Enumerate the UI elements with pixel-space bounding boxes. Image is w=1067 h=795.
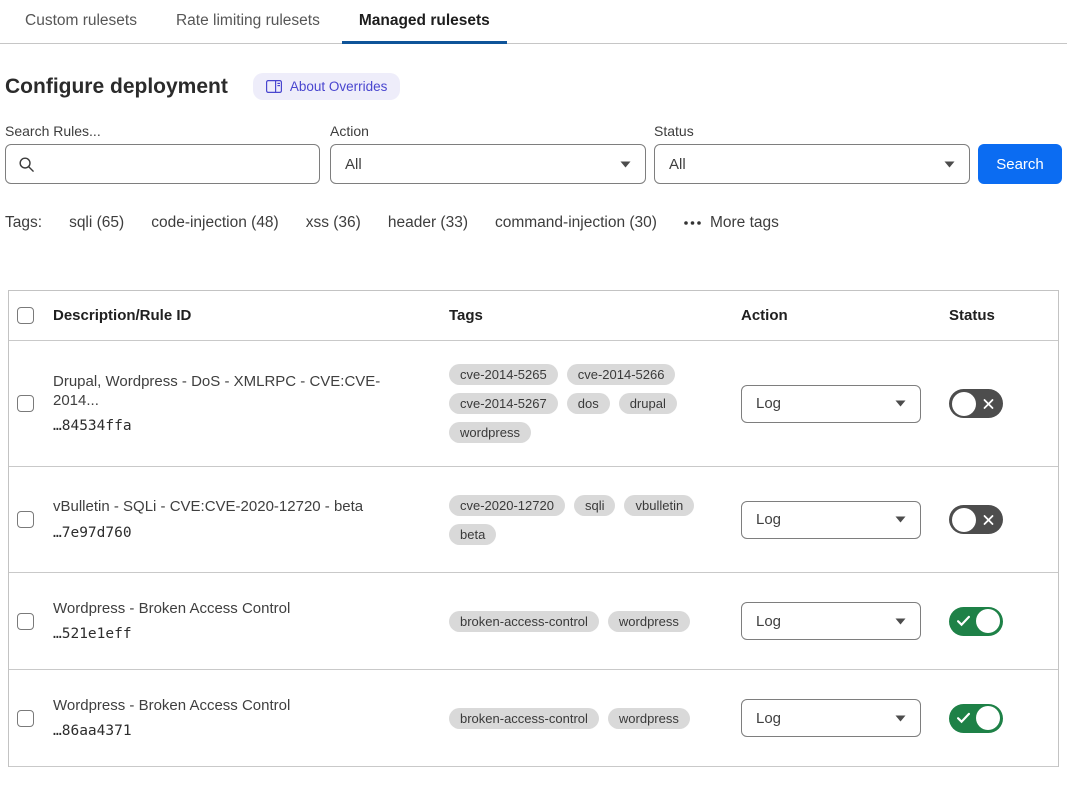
search-filter: Search Rules... <box>5 123 330 184</box>
rule-action-value: Log <box>756 710 781 727</box>
search-icon <box>18 156 35 173</box>
filters-row: Search Rules... Action All Status All <box>5 123 1067 184</box>
action-select[interactable]: All <box>330 144 646 184</box>
table-row: Wordpress - Broken Access Control …86aa4… <box>9 670 1058 767</box>
tag-filter-command-injection[interactable]: command-injection (30) <box>495 214 657 232</box>
status-label: Status <box>654 123 978 139</box>
x-icon <box>983 514 994 525</box>
rule-tag: cve-2014-5266 <box>567 364 676 385</box>
search-button[interactable]: Search <box>978 144 1062 184</box>
rule-status-toggle[interactable] <box>949 389 1003 418</box>
search-input[interactable] <box>44 155 307 174</box>
tag-filter-header[interactable]: header (33) <box>388 214 468 232</box>
rule-tag: wordpress <box>608 708 690 729</box>
more-tags-button[interactable]: More tags <box>684 214 779 232</box>
rule-id: …7e97d760 <box>53 525 425 541</box>
tags-bar-label: Tags: <box>5 214 42 232</box>
tab-rate-limiting-rulesets[interactable]: Rate limiting rulesets <box>159 0 337 43</box>
row-checkbox[interactable] <box>17 395 34 412</box>
action-select-value: All <box>345 156 362 173</box>
chevron-down-icon <box>895 516 906 523</box>
check-icon <box>957 713 970 724</box>
toggle-knob <box>976 609 1000 633</box>
heading-row: Configure deployment About Overrides <box>5 73 1067 100</box>
rule-description: Wordpress - Broken Access Control <box>53 697 425 716</box>
rule-tag: beta <box>449 524 496 545</box>
action-label: Action <box>330 123 654 139</box>
toggle-knob <box>952 392 976 416</box>
rule-tag: wordpress <box>449 422 531 443</box>
about-overrides-label: About Overrides <box>290 79 388 94</box>
rule-id: …86aa4371 <box>53 723 425 739</box>
toggle-knob <box>976 706 1000 730</box>
rule-action-select[interactable]: Log <box>741 385 921 423</box>
rule-tag: drupal <box>619 393 677 414</box>
row-checkbox[interactable] <box>17 613 34 630</box>
rule-tag: cve-2014-5267 <box>449 393 558 414</box>
table-header-row: Description/Rule ID Tags Action Status <box>9 291 1058 341</box>
rule-tag: sqli <box>574 495 616 516</box>
rule-description: Drupal, Wordpress - DoS - XMLRPC - CVE:C… <box>53 373 425 411</box>
rule-tag: broken-access-control <box>449 708 599 729</box>
rule-action-value: Log <box>756 511 781 528</box>
rules-table: Description/Rule ID Tags Action Status D… <box>8 290 1059 767</box>
rule-id: …84534ffa <box>53 418 425 434</box>
page-title: Configure deployment <box>5 75 228 99</box>
column-description: Description/Rule ID <box>53 307 449 324</box>
column-tags: Tags <box>449 307 741 324</box>
check-icon <box>957 616 970 627</box>
tab-managed-rulesets[interactable]: Managed rulesets <box>342 0 507 43</box>
select-all-checkbox[interactable] <box>17 307 34 324</box>
x-icon <box>983 398 994 409</box>
rule-tag: dos <box>567 393 610 414</box>
rule-tag: cve-2020-12720 <box>449 495 565 516</box>
chevron-down-icon <box>895 715 906 722</box>
rule-tag: vbulletin <box>624 495 694 516</box>
rule-action-select[interactable]: Log <box>741 501 921 539</box>
table-row: Drupal, Wordpress - DoS - XMLRPC - CVE:C… <box>9 341 1058 467</box>
status-filter: Status All <box>654 123 978 184</box>
tab-bar: Custom rulesets Rate limiting rulesets M… <box>0 0 1067 44</box>
chevron-down-icon <box>895 400 906 407</box>
status-select-value: All <box>669 156 686 173</box>
rule-action-value: Log <box>756 613 781 630</box>
tag-filter-code-injection[interactable]: code-injection (48) <box>151 214 279 232</box>
rule-id: …521e1eff <box>53 626 425 642</box>
action-filter: Action All <box>330 123 654 184</box>
chevron-down-icon <box>944 161 955 168</box>
column-action: Action <box>741 307 931 324</box>
chevron-down-icon <box>895 618 906 625</box>
status-select[interactable]: All <box>654 144 970 184</box>
about-overrides-link[interactable]: About Overrides <box>253 73 401 100</box>
rule-status-toggle[interactable] <box>949 607 1003 636</box>
rule-status-toggle[interactable] <box>949 704 1003 733</box>
search-input-wrap <box>5 144 320 184</box>
search-rules-label: Search Rules... <box>5 123 330 139</box>
rule-description: vBulletin - SQLi - CVE:CVE-2020-12720 - … <box>53 498 425 517</box>
rule-tag: broken-access-control <box>449 611 599 632</box>
rule-action-value: Log <box>756 395 781 412</box>
rule-action-select[interactable]: Log <box>741 602 921 640</box>
tag-filter-sqli[interactable]: sqli (65) <box>69 214 124 232</box>
ellipsis-icon <box>684 221 701 225</box>
rule-action-select[interactable]: Log <box>741 699 921 737</box>
table-row: Wordpress - Broken Access Control …521e1… <box>9 573 1058 670</box>
book-icon <box>266 80 282 93</box>
column-status: Status <box>931 307 1058 324</box>
rule-tag: cve-2014-5265 <box>449 364 558 385</box>
row-checkbox[interactable] <box>17 511 34 528</box>
row-checkbox[interactable] <box>17 710 34 727</box>
rule-description: Wordpress - Broken Access Control <box>53 600 425 619</box>
toggle-knob <box>952 508 976 532</box>
tab-custom-rulesets[interactable]: Custom rulesets <box>8 0 154 43</box>
rule-status-toggle[interactable] <box>949 505 1003 534</box>
rule-tag: wordpress <box>608 611 690 632</box>
more-tags-label: More tags <box>710 214 779 232</box>
table-row: vBulletin - SQLi - CVE:CVE-2020-12720 - … <box>9 467 1058 573</box>
tags-bar: Tags: sqli (65) code-injection (48) xss … <box>5 214 1067 232</box>
tag-filter-xss[interactable]: xss (36) <box>306 214 361 232</box>
chevron-down-icon <box>620 161 631 168</box>
